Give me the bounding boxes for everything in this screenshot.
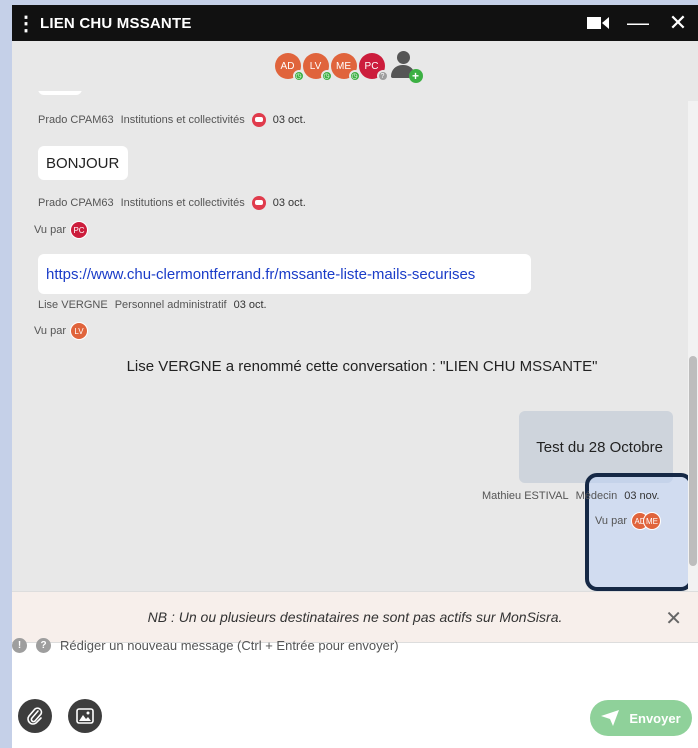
clock-icon: ◷ [348, 70, 361, 82]
seen-avatar: ME [643, 512, 662, 530]
question-icon: ? [376, 70, 389, 82]
plus-icon: + [408, 69, 423, 83]
add-participant-button[interactable]: + [389, 51, 423, 83]
conversation-title: LIEN CHU MSSANTE [40, 14, 192, 32]
message-composer: ! ? [12, 630, 698, 660]
message-bubble-cut [38, 91, 82, 95]
clock-icon: ◷ [320, 70, 333, 82]
participant-avatar-pc[interactable]: PC ? [358, 53, 389, 82]
paperclip-icon [27, 707, 43, 725]
seen-avatar: PC [70, 221, 89, 239]
seen-by: Vu par LV [34, 322, 89, 340]
message-meta: Prado CPAM63 Institutions et collectivit… [38, 196, 306, 210]
message-link[interactable]: https://www.chu-clermontferrand.fr/mssan… [46, 266, 475, 283]
organization-icon [251, 196, 266, 210]
send-button[interactable]: Envoyer [590, 700, 692, 736]
help-icon[interactable]: ? [36, 637, 51, 653]
seen-avatar: LV [70, 322, 89, 340]
my-message-meta: Mathieu ESTIVAL Médecin 03 nov. [482, 490, 660, 502]
video-camera-icon [587, 17, 609, 29]
user-icon [396, 51, 410, 64]
message-meta: Prado CPAM63 Institutions et collectivit… [38, 113, 306, 127]
clock-icon: ◷ [292, 70, 305, 82]
participant-avatar-lv[interactable]: LV ◷ [302, 53, 333, 82]
system-message: Lise VERGNE a renommé cette conversation… [126, 358, 598, 375]
participants-bar: AD ◷ LV ◷ ME ◷ PC ? + [12, 41, 698, 91]
message-bubble: BONJOUR [38, 146, 128, 180]
participant-avatar-me[interactable]: ME ◷ [330, 53, 361, 82]
image-icon [76, 708, 94, 724]
kebab-menu-icon[interactable]: ⋮ [12, 11, 40, 36]
message-meta: Lise VERGNE Personnel administratif 03 o… [38, 299, 267, 311]
participant-avatar-ad[interactable]: AD ◷ [274, 53, 305, 82]
paper-plane-icon [601, 710, 620, 726]
organization-icon [251, 113, 266, 127]
message-input[interactable] [60, 637, 620, 653]
scroll-thumb[interactable] [689, 356, 697, 566]
attach-image-button[interactable] [68, 699, 102, 733]
scrollbar[interactable] [688, 101, 698, 591]
chat-window: ⋮ LIEN CHU MSSANTE — ✕ AD ◷ LV ◷ ME ◷ PC… [12, 5, 698, 748]
message-list[interactable]: Prado CPAM63 Institutions et collectivit… [12, 91, 698, 591]
attach-file-button[interactable] [18, 699, 52, 733]
close-notice-icon[interactable]: ✕ [665, 606, 682, 631]
message-bubble-link: https://www.chu-clermontferrand.fr/mssan… [38, 254, 531, 294]
minimize-button[interactable]: — [618, 10, 658, 36]
close-button[interactable]: ✕ [658, 10, 698, 36]
seen-by: Vu par AD ME [595, 512, 662, 530]
title-bar: ⋮ LIEN CHU MSSANTE — ✕ [12, 5, 698, 41]
seen-by: Vu par PC [34, 221, 89, 239]
warning-icon[interactable]: ! [12, 637, 27, 653]
video-call-button[interactable] [578, 10, 618, 36]
